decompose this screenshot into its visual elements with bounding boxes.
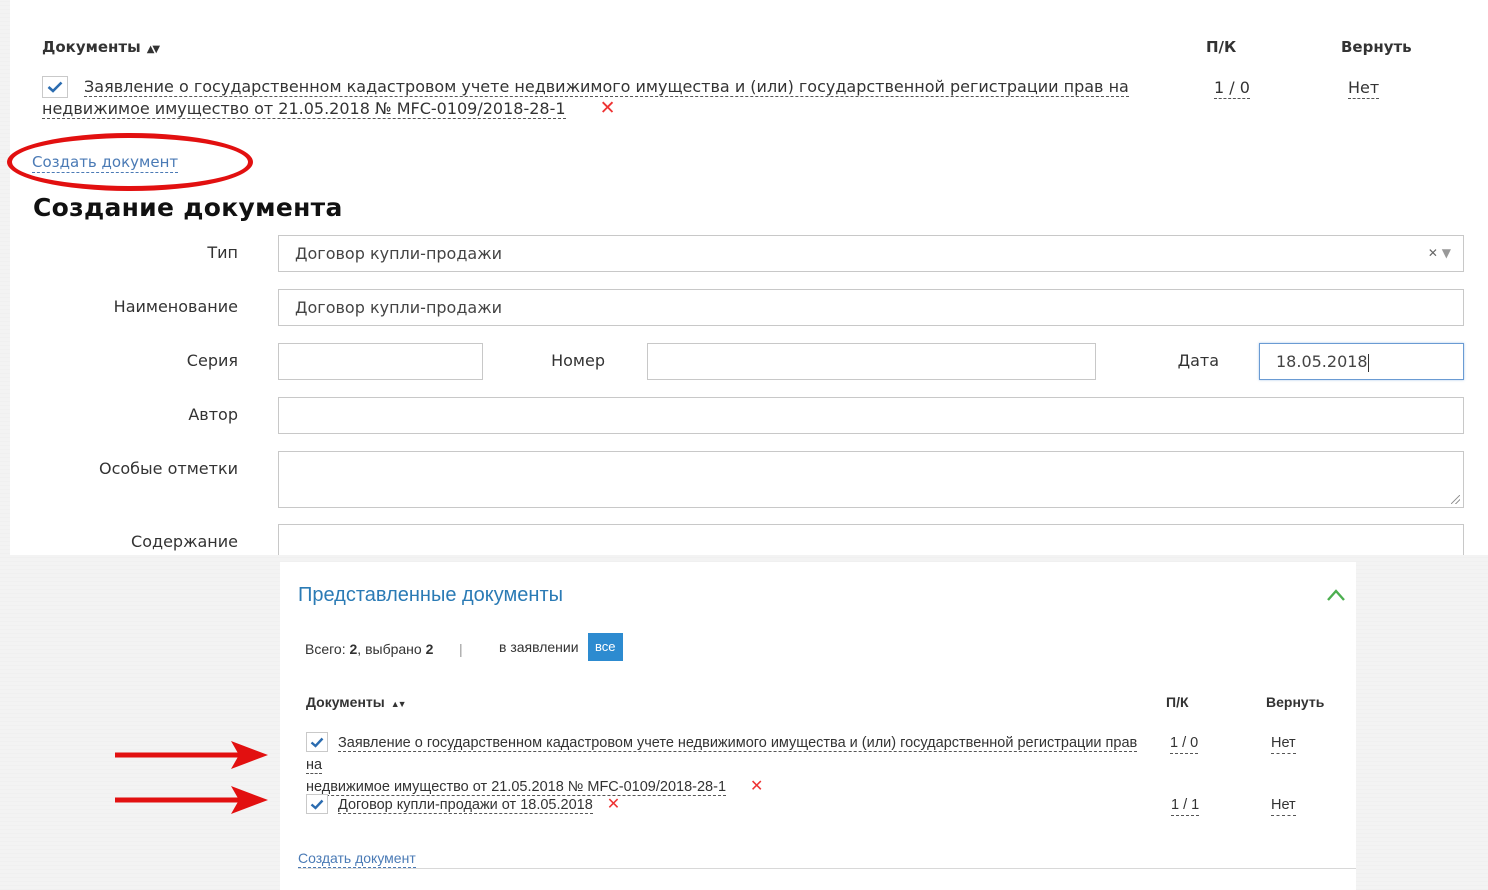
submitted-documents-panel: Представленные документы Всего: 2, выбра… [280, 562, 1356, 890]
return-column-header: Вернуть [1266, 694, 1325, 710]
notes-textarea[interactable] [278, 451, 1464, 508]
series-label: Серия [186, 351, 238, 370]
filter-in-application[interactable]: в заявлении [499, 639, 579, 655]
summary-selected: 2 [425, 641, 434, 657]
row2-title[interactable]: Договор купли-продажи от 18.05.2018 ✕ [338, 794, 620, 816]
row1-title-line1: Заявление о государственном кадастровом … [306, 735, 1138, 774]
delete-row2-icon[interactable]: ✕ [607, 796, 620, 813]
name-label: Наименование [113, 297, 238, 316]
row1-title[interactable]: Заявление о государственном кадастровом … [306, 732, 1156, 798]
row2-return-value[interactable]: Нет [1271, 796, 1296, 816]
documents-column-header[interactable]: Документы ▲▼ [42, 38, 160, 56]
date-label: Дата [1177, 351, 1219, 370]
pk-column-header: П/К [1206, 38, 1237, 56]
annotation-ellipse [7, 133, 253, 191]
name-input[interactable]: Договор купли-продажи [278, 289, 1464, 326]
resize-handle-icon[interactable] [1451, 495, 1460, 504]
documents-header-label: Документы [42, 38, 141, 56]
date-input[interactable]: 18.05.2018 [1259, 343, 1464, 380]
text-cursor [1367, 353, 1369, 372]
submitted-documents-title[interactable]: Представленные документы [298, 584, 563, 607]
type-select-value: Договор купли-продажи [295, 244, 503, 263]
checkmark-icon [310, 799, 324, 810]
delete-row1-icon[interactable]: ✕ [750, 778, 763, 795]
clear-icon[interactable]: ✕ [1428, 246, 1438, 260]
number-input[interactable] [647, 343, 1096, 380]
row1-return-value[interactable]: Нет [1271, 734, 1296, 754]
type-select[interactable]: Договор купли-продажи ✕ ▼ [278, 235, 1464, 272]
content-input[interactable] [278, 524, 1464, 555]
documents-header-label: Документы [306, 694, 385, 710]
row2-pk-value[interactable]: 1 / 1 [1171, 796, 1200, 816]
date-input-value: 18.05.2018 [1276, 352, 1368, 371]
create-document-link[interactable]: Создать документ [298, 850, 416, 868]
summary-text: Всего: 2, выбрано 2 [305, 641, 433, 657]
document-creation-panel: Документы ▲▼ П/К Вернуть Заявление о госу… [10, 0, 1488, 555]
delete-doc1-icon[interactable]: ✕ [600, 97, 616, 119]
return-column-header: Вернуть [1341, 38, 1412, 56]
select-controls: ✕ ▼ [1428, 236, 1451, 271]
name-input-value: Договор купли-продажи [295, 298, 503, 317]
author-label: Автор [188, 405, 238, 424]
collapse-chevron-icon[interactable] [1326, 588, 1346, 602]
doc1-title[interactable]: Заявление о государственном кадастровом … [42, 76, 1192, 120]
sort-icon[interactable]: ▲▼ [391, 699, 407, 709]
notes-label: Особые отметки [98, 459, 238, 478]
number-label: Номер [551, 351, 605, 370]
panel-divider [298, 868, 1356, 869]
annotation-arrow-icon [115, 786, 268, 814]
summary-separator: | [459, 641, 463, 657]
doc1-title-line2: недвижимое имущество от 21.05.2018 № MFC… [42, 99, 566, 119]
doc1-pk-value[interactable]: 1 / 0 [1214, 78, 1250, 99]
row1-pk-value[interactable]: 1 / 0 [1170, 734, 1199, 754]
author-input[interactable] [278, 397, 1464, 434]
summary-selected-label: , выбрано [357, 641, 426, 657]
documents-column-header[interactable]: Документы ▲▼ [306, 694, 407, 710]
type-label: Тип [207, 243, 238, 262]
content-label: Содержание [131, 532, 238, 551]
doc1-title-line1: Заявление о государственном кадастровом … [84, 77, 1129, 97]
summary-total-label: Всего: [305, 641, 350, 657]
pk-column-header: П/К [1166, 694, 1189, 710]
row2-checkbox[interactable] [306, 794, 328, 814]
series-input[interactable] [278, 343, 483, 380]
form-title: Создание документа [33, 193, 343, 222]
row2-title-line1: Договор купли-продажи от 18.05.2018 [338, 797, 593, 814]
annotation-arrow-icon [115, 741, 268, 769]
filter-all-badge[interactable]: все [588, 633, 623, 661]
doc1-return-value[interactable]: Нет [1348, 78, 1380, 99]
sort-icon[interactable]: ▲▼ [147, 44, 160, 55]
dropdown-caret-icon[interactable]: ▼ [1442, 246, 1451, 260]
